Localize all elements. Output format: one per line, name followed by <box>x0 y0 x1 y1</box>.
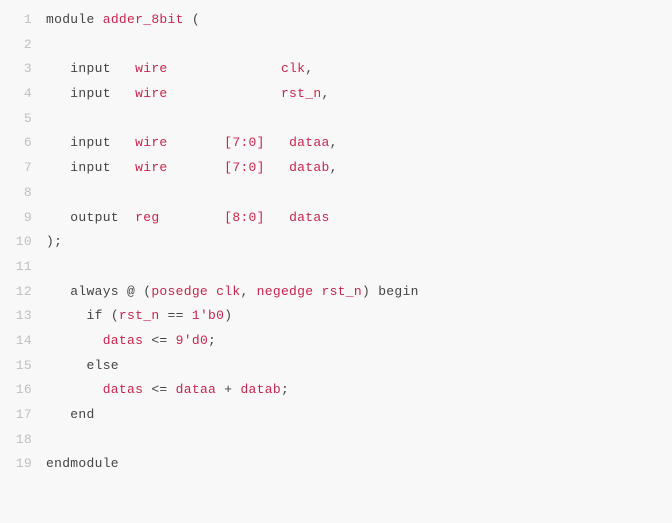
code-content: datas <= dataa + datab; <box>46 378 289 403</box>
code-content: else <box>46 354 119 379</box>
code-content: ); <box>46 230 62 255</box>
line-number: 16 <box>0 378 46 403</box>
line-number: 5 <box>0 107 46 132</box>
code-line: 1module adder_8bit ( <box>0 8 672 33</box>
code-block: 1module adder_8bit (23 input wire clk,4 … <box>0 0 672 523</box>
line-number: 11 <box>0 255 46 280</box>
code-content: module adder_8bit ( <box>46 8 200 33</box>
code-line: 17 end <box>0 403 672 428</box>
line-number: 13 <box>0 304 46 329</box>
code-line: 9 output reg [8:0] datas <box>0 206 672 231</box>
code-content: endmodule <box>46 452 119 477</box>
line-number: 3 <box>0 57 46 82</box>
line-number: 18 <box>0 428 46 453</box>
code-line: 19endmodule <box>0 452 672 477</box>
code-content: input wire rst_n, <box>46 82 330 107</box>
code-line: 15 else <box>0 354 672 379</box>
line-number: 10 <box>0 230 46 255</box>
line-number: 7 <box>0 156 46 181</box>
line-number: 17 <box>0 403 46 428</box>
code-content: input wire clk, <box>46 57 313 82</box>
line-number: 9 <box>0 206 46 231</box>
code-line: 4 input wire rst_n, <box>0 82 672 107</box>
code-line: 3 input wire clk, <box>0 57 672 82</box>
line-number: 15 <box>0 354 46 379</box>
code-line: 7 input wire [7:0] datab, <box>0 156 672 181</box>
code-line: 5 <box>0 107 672 132</box>
code-line: 14 datas <= 9'd0; <box>0 329 672 354</box>
code-line: 13 if (rst_n == 1'b0) <box>0 304 672 329</box>
line-number: 2 <box>0 33 46 58</box>
code-line: 10); <box>0 230 672 255</box>
code-content: end <box>46 403 95 428</box>
code-line: 8 <box>0 181 672 206</box>
code-line: 16 datas <= dataa + datab; <box>0 378 672 403</box>
code-line: 6 input wire [7:0] dataa, <box>0 131 672 156</box>
line-number: 19 <box>0 452 46 477</box>
line-number: 14 <box>0 329 46 354</box>
code-line: 2 <box>0 33 672 58</box>
line-number: 1 <box>0 8 46 33</box>
code-line: 18 <box>0 428 672 453</box>
line-number: 8 <box>0 181 46 206</box>
code-content: if (rst_n == 1'b0) <box>46 304 232 329</box>
code-line: 11 <box>0 255 672 280</box>
line-number: 6 <box>0 131 46 156</box>
code-content: input wire [7:0] datab, <box>46 156 338 181</box>
code-content: datas <= 9'd0; <box>46 329 216 354</box>
line-number: 4 <box>0 82 46 107</box>
code-content: input wire [7:0] dataa, <box>46 131 338 156</box>
line-number: 12 <box>0 280 46 305</box>
code-content: output reg [8:0] datas <box>46 206 330 231</box>
code-line: 12 always @ (posedge clk, negedge rst_n)… <box>0 280 672 305</box>
code-content: always @ (posedge clk, negedge rst_n) be… <box>46 280 419 305</box>
